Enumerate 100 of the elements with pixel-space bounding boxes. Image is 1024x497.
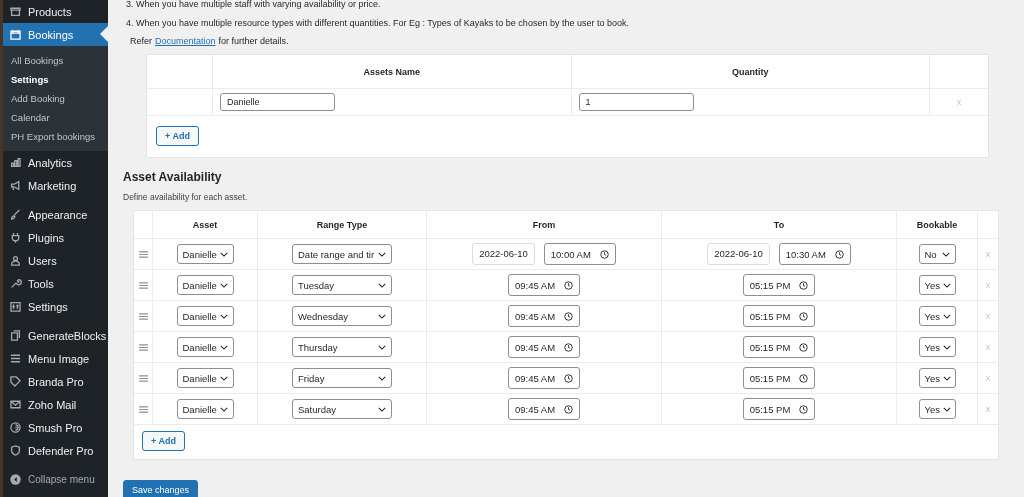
clock-icon [564,373,574,383]
box-icon [9,5,22,18]
asset-name-field[interactable]: Danielle [220,93,335,111]
range-type-select[interactable]: Wednesday [292,306,392,326]
range-type-select[interactable]: Date range and tir [292,244,392,264]
drag-handle-icon[interactable] [138,374,148,382]
caret-icon [378,251,386,257]
drag-handle-icon[interactable] [138,281,148,289]
person-icon [9,254,22,267]
column-header: Range Type [257,211,427,239]
sidebar-item[interactable]: Smush Pro [3,416,108,439]
range-type-select[interactable]: Saturday [292,399,392,419]
range-type-select[interactable]: Friday [292,368,392,388]
asset-select[interactable]: Danielle [176,306,234,326]
clock-icon [564,311,574,321]
sidebar-item[interactable]: Menu Image [3,347,108,370]
envelope-icon [9,398,22,411]
caret-icon [943,344,951,350]
section-description: Define availability for each asset. [123,192,249,202]
caret-icon [219,406,228,412]
sidebar-item[interactable]: Zoho Mail [3,393,108,416]
sidebar-item[interactable]: GenerateBlocks [3,324,108,347]
sidebar-item[interactable]: Appearance [3,203,108,226]
sidebar-item[interactable]: Defender Pro [3,439,108,462]
caret-icon [378,406,386,412]
clock-icon [834,249,844,259]
asset-select[interactable]: Danielle [176,275,234,295]
sidebar-item[interactable]: Marketing [3,174,108,197]
time-field[interactable]: 10:00 AM [543,243,616,265]
sliders-icon [9,300,22,313]
bookable-select[interactable]: Yes [918,275,956,295]
sidebar-item[interactable]: Plugins [3,226,108,249]
sidebar-item[interactable]: Settings [3,295,108,318]
clock-icon [799,280,809,290]
sidebar-item[interactable]: Bookings [3,23,108,46]
caret-icon [378,282,386,288]
sidebar-item[interactable]: Tools [3,272,108,295]
submenu-item[interactable]: Settings [3,70,108,89]
caret-icon [378,313,386,319]
instruction-text: 3. When you have multiple staff with varying availability or price. [125,0,382,11]
sidebar-item[interactable]: Users [3,249,108,272]
submenu-item[interactable]: Add Booking [3,89,108,108]
time-field[interactable]: 05:15 PM [742,336,816,358]
bookable-select[interactable]: Yes [918,399,956,419]
time-field[interactable]: 05:15 PM [742,398,816,420]
clock-icon [564,280,574,290]
sidebar-item[interactable]: Products [3,0,108,23]
caret-icon [943,313,951,319]
time-field[interactable]: 05:15 PM [742,274,816,296]
time-field[interactable]: 10:30 AM [778,243,851,265]
refer-text: Refer [130,36,152,46]
column-header: Bookable [896,211,978,239]
clock-icon [799,404,809,414]
time-field[interactable]: 05:15 PM [742,367,816,389]
bookable-select[interactable]: Yes [918,337,956,357]
time-field[interactable]: 09:45 AM [507,305,581,327]
asset-select[interactable]: Danielle [176,368,234,388]
time-field[interactable]: 09:45 AM [507,398,581,420]
collapse-menu-button[interactable]: Collapse menu [3,468,108,491]
bookable-select[interactable]: No [918,244,956,264]
megaphone-icon [9,179,22,192]
submenu-item[interactable]: All Bookings [3,51,108,70]
time-field[interactable]: 05:15 PM [742,305,816,327]
time-field[interactable]: 09:45 AM [507,367,581,389]
time-field[interactable]: 09:45 AM [507,336,581,358]
range-type-select[interactable]: Tuesday [292,275,392,295]
date-field[interactable]: 2022-06-10 [707,243,770,265]
drag-handle-icon[interactable] [138,343,148,351]
column-header: Assets Name [212,55,571,89]
bookable-select[interactable]: Yes [918,306,956,326]
caret-icon [943,375,951,381]
sidebar-item[interactable]: Branda Pro [3,370,108,393]
clock-icon [799,373,809,383]
drag-handle-icon[interactable] [138,312,148,320]
caret-icon [219,251,228,257]
column-header: From [426,211,662,239]
add-button[interactable]: + Add [142,431,185,451]
drag-handle-icon[interactable] [138,250,148,258]
save-changes-button[interactable]: Save changes [123,480,199,497]
submenu-item[interactable]: Calendar [3,108,108,127]
drag-handle-icon[interactable] [138,405,148,413]
time-field[interactable]: 09:45 AM [507,274,581,296]
add-button[interactable]: + Add [156,126,199,146]
date-field[interactable]: 2022-06-10 [472,243,535,265]
caret-icon [219,313,228,319]
clock-icon [564,342,574,352]
documentation-link[interactable]: Documentation [155,36,216,46]
sidebar-item[interactable]: Analytics [3,151,108,174]
caret-icon [219,344,228,350]
quantity-field[interactable]: 1 [578,93,694,111]
column-header: Asset [152,211,258,239]
submenu-item[interactable]: PH Export bookings [3,127,108,146]
asset-select[interactable]: Danielle [176,244,234,264]
asset-select[interactable]: Danielle [176,399,234,419]
bookable-select[interactable]: Yes [918,368,956,388]
asset-select[interactable]: Danielle [176,337,234,357]
range-type-select[interactable]: Thursday [292,337,392,357]
blocks-icon [9,329,22,342]
clock-icon [564,404,574,414]
column-header: Quantity [571,55,930,89]
